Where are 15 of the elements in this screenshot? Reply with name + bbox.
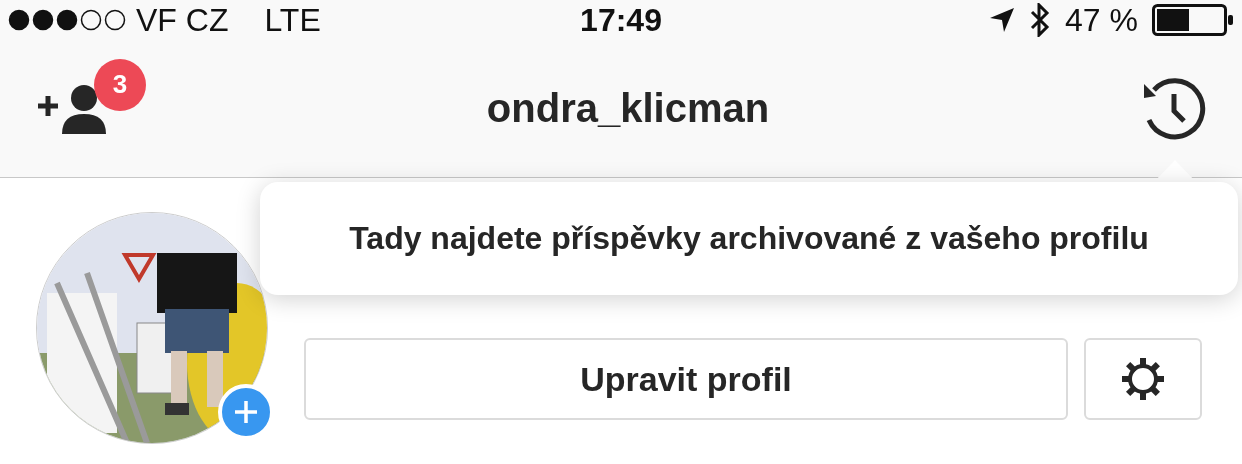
location-arrow-icon	[989, 7, 1016, 33]
plus-icon	[233, 399, 259, 425]
notification-badge: 3	[94, 58, 146, 111]
edit-profile-button[interactable]: Upravit profil	[304, 338, 1068, 420]
battery-percentage: 47 %	[1065, 1, 1138, 39]
battery-icon	[1152, 4, 1234, 36]
signal-icon	[8, 9, 126, 31]
settings-button[interactable]	[1084, 338, 1202, 420]
clock: 17:49	[580, 1, 662, 39]
tooltip-text: Tady najdete příspěvky archivované z vašeho profilu	[349, 220, 1149, 257]
bluetooth-icon	[1029, 3, 1052, 37]
network-type: LTE	[264, 1, 321, 39]
carrier-name: VF CZ	[136, 1, 229, 39]
settings-icon	[1120, 356, 1166, 402]
profile-username: ondra_klicman	[485, 86, 771, 131]
